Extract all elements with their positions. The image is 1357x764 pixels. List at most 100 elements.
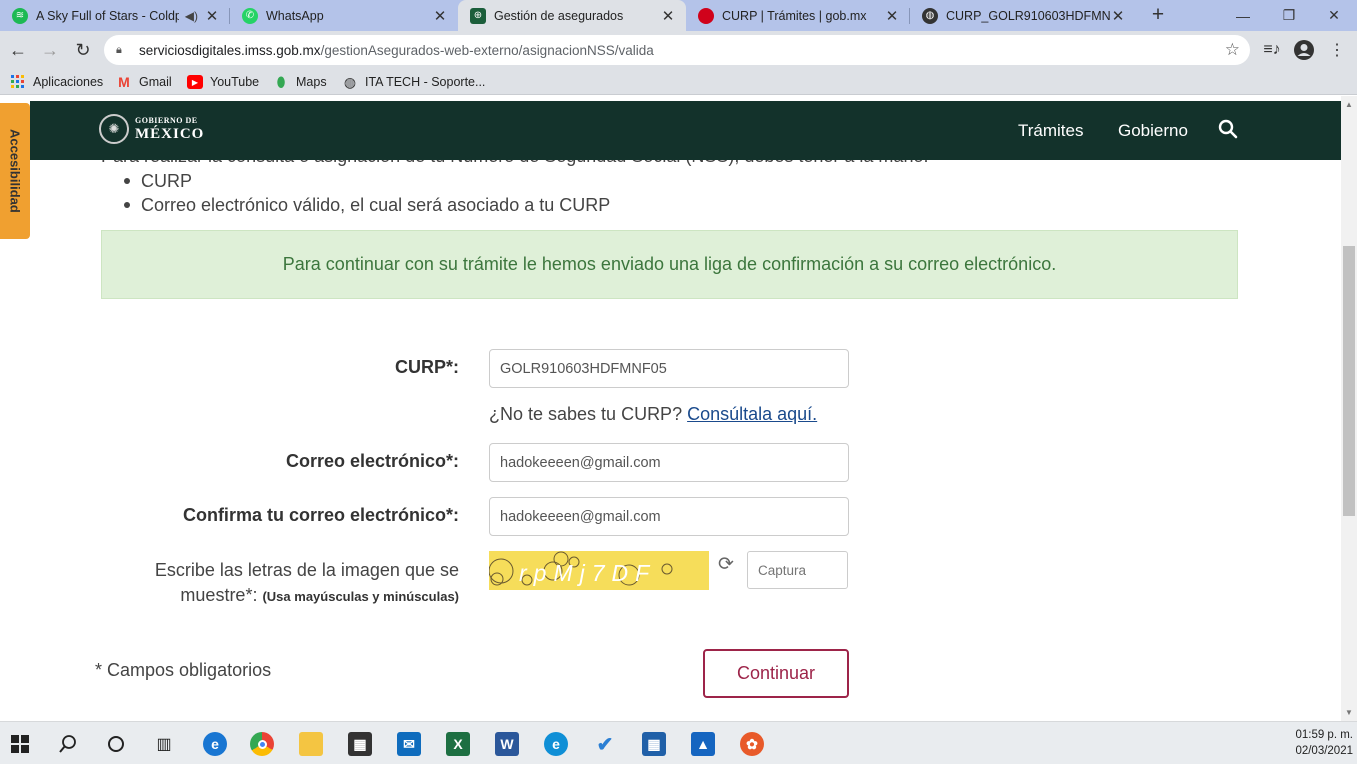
curp-hint: ¿No te sabes tu CURP? Consúltala aquí.: [489, 404, 817, 425]
edge-icon[interactable]: e: [544, 732, 568, 756]
restore-icon[interactable]: ❐: [1266, 0, 1312, 31]
consult-curp-link[interactable]: Consúltala aquí.: [687, 404, 817, 424]
globe-icon: ◍: [922, 7, 938, 24]
paint-icon[interactable]: ✿: [740, 732, 764, 756]
bookmark-gmail[interactable]: M Gmail: [116, 69, 172, 95]
maps-icon: ⬮: [276, 73, 286, 90]
bookmark-star-icon[interactable]: ☆: [1225, 40, 1240, 60]
bookmark-label: Gmail: [139, 75, 172, 89]
globe-icon: ◍: [343, 73, 357, 90]
minimize-icon[interactable]: —: [1220, 0, 1266, 31]
search-icon[interactable]: [56, 732, 80, 756]
scrollbar-thumb[interactable]: [1343, 246, 1355, 516]
whatsapp-icon: ✆: [242, 7, 258, 24]
forward-arrow-icon[interactable]: →: [36, 36, 64, 64]
back-arrow-icon[interactable]: ←: [4, 36, 32, 64]
tab-curp-gobmx[interactable]: CURP | Trámites | gob.mx ✕: [686, 0, 910, 31]
bookmark-label: Maps: [296, 75, 327, 89]
youtube-icon: ▶: [187, 75, 203, 89]
scroll-up-icon[interactable]: ▲: [1345, 100, 1353, 109]
close-icon[interactable]: ✕: [432, 7, 448, 25]
page-scrollbar[interactable]: ▲ ▼: [1341, 96, 1357, 721]
calculator-icon[interactable]: ▦: [642, 732, 666, 756]
logo-line1: GOBIERNO DE: [135, 116, 198, 125]
curp-hint-text: ¿No te sabes tu CURP?: [489, 404, 683, 424]
cortana-icon[interactable]: [104, 732, 128, 756]
confirm-email-label: Confirma tu correo electrónico*:: [182, 505, 459, 525]
bookmark-youtube[interactable]: ▶ YouTube: [187, 69, 259, 95]
imss-icon: ⊕: [470, 7, 486, 24]
tab-whatsapp[interactable]: ✆ WhatsApp ✕: [230, 0, 458, 31]
refresh-captcha-icon[interactable]: ⟳: [715, 553, 737, 575]
tab-coldplay[interactable]: ≋ A Sky Full of Stars - Coldpl ◀) ✕: [0, 0, 230, 31]
tab-curp-file[interactable]: ◍ CURP_GOLR910603HDFMNF0 ✕: [910, 0, 1136, 31]
accessibility-label: Accesibilidad: [7, 129, 23, 213]
continue-button[interactable]: Continuar: [703, 649, 849, 698]
captcha-case-note: (Usa mayúsculas y minúsculas): [262, 589, 459, 604]
curp-input[interactable]: [489, 349, 849, 388]
close-icon[interactable]: ✕: [660, 7, 676, 25]
bookmark-maps[interactable]: ⬮ Maps: [273, 69, 327, 95]
captcha-input[interactable]: [747, 551, 848, 589]
url-path: /gestionAsegurados-web-externo/asignacio…: [320, 42, 654, 58]
profile-avatar-icon[interactable]: [1290, 36, 1318, 64]
gob-mexico-logo[interactable]: ✺ GOBIERNO DE MÉXICO: [99, 114, 204, 144]
media-control-icon[interactable]: ≡♪: [1258, 36, 1286, 64]
bookmark-label: ITA TECH - Soporte...: [365, 75, 486, 89]
internet-explorer-icon[interactable]: e: [203, 732, 227, 756]
word-icon[interactable]: W: [495, 732, 519, 756]
captcha-label: Escribe las letras de la imagen que se m…: [99, 558, 459, 609]
email-input[interactable]: [489, 443, 849, 482]
gob-header: ✺ GOBIERNO DE MÉXICO Trámites Gobierno: [30, 101, 1341, 160]
windows-start-icon[interactable]: [8, 732, 32, 756]
store-icon[interactable]: ▦: [348, 732, 372, 756]
checkmark-app-icon[interactable]: ✔: [593, 732, 617, 756]
bookmark-apps[interactable]: Aplicaciones: [10, 69, 103, 95]
tab-gestion-asegurados[interactable]: ⊕ Gestión de asegurados ✕: [458, 0, 686, 31]
mail-icon[interactable]: ✉: [397, 732, 421, 756]
photos-icon[interactable]: ▲: [691, 732, 715, 756]
nav-tramites[interactable]: Trámites: [1018, 101, 1084, 160]
tab-title: A Sky Full of Stars - Coldpl: [36, 8, 179, 23]
excel-icon[interactable]: X: [446, 732, 470, 756]
scroll-down-icon[interactable]: ▼: [1345, 708, 1353, 717]
tab-title: Gestión de asegurados: [494, 8, 624, 23]
curp-label: CURP*:: [394, 357, 459, 377]
close-icon[interactable]: ✕: [884, 7, 900, 25]
system-clock[interactable]: 01:59 p. m. 02/03/2021: [1295, 727, 1353, 759]
bookmark-ita-tech[interactable]: ◍ ITA TECH - Soporte...: [342, 69, 486, 95]
captcha-text: rpMj7DF: [519, 560, 656, 586]
new-tab-icon[interactable]: +: [1146, 4, 1170, 28]
tab-title: WhatsApp: [266, 8, 324, 23]
chrome-icon[interactable]: [250, 732, 274, 756]
requirement-item: Correo electrónico válido, el cual será …: [123, 195, 611, 215]
file-explorer-icon[interactable]: [299, 732, 323, 756]
confirm-email-input[interactable]: [489, 497, 849, 536]
gobmx-icon: [698, 7, 714, 24]
close-icon[interactable]: ✕: [1110, 7, 1126, 25]
chrome-menu-icon[interactable]: ⋮: [1323, 36, 1351, 64]
clock-date: 02/03/2021: [1295, 745, 1353, 757]
lock-icon: 🔒︎: [116, 44, 122, 56]
national-seal-icon: ✺: [99, 114, 129, 144]
nav-gobierno[interactable]: Gobierno: [1118, 101, 1188, 160]
reload-icon[interactable]: ↻: [69, 36, 97, 64]
task-view-icon[interactable]: ▥: [152, 732, 176, 756]
speaker-icon[interactable]: ◀): [185, 9, 198, 23]
accessibility-tab[interactable]: Accesibilidad: [0, 103, 30, 239]
browser-toolbar: ← → ↻ 🔒︎ serviciosdigitales.imss.gob.mx /…: [0, 31, 1357, 69]
bookmark-label: Aplicaciones: [33, 75, 104, 89]
page-viewport: Accesibilidad ✺ GOBIERNO DE MÉXICO Trámi…: [0, 96, 1341, 721]
address-bar[interactable]: 🔒︎ serviciosdigitales.imss.gob.mx/gestio…: [104, 35, 1250, 65]
clock-time: 01:59 p. m.: [1295, 729, 1353, 741]
window-close-icon[interactable]: ✕: [1311, 0, 1357, 31]
tab-title: CURP_GOLR910603HDFMNF0: [946, 8, 1110, 23]
requirement-item: CURP: [123, 169, 610, 193]
close-icon[interactable]: ✕: [204, 7, 220, 25]
logo-line2: MÉXICO: [135, 126, 205, 142]
search-icon[interactable]: [1217, 118, 1241, 142]
success-alert: Para continuar con su trámite le hemos e…: [101, 230, 1238, 299]
gmail-icon: M: [118, 74, 130, 90]
bookmarks-bar: Aplicaciones M Gmail ▶ YouTube ⬮ Maps ◍ …: [0, 69, 1357, 95]
spotify-icon: ≋: [12, 7, 28, 24]
